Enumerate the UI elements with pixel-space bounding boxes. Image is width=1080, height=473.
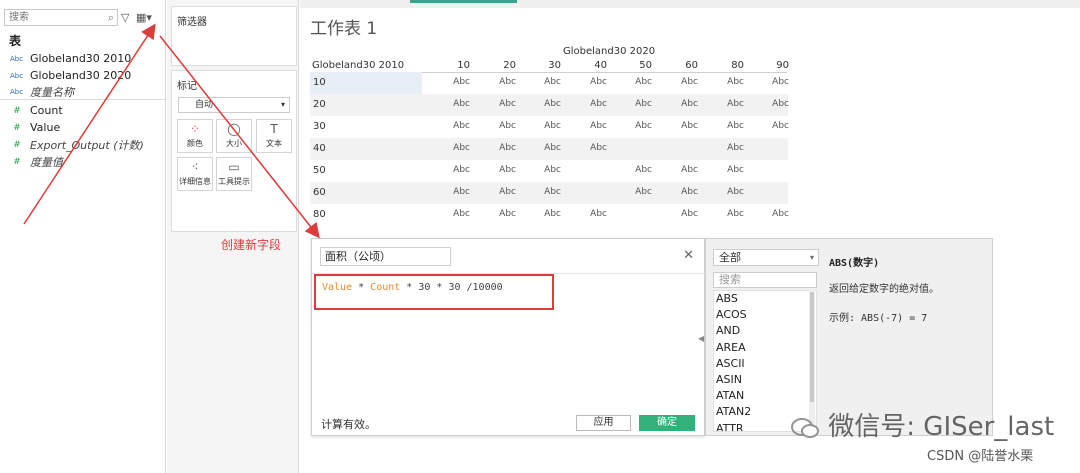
create-field-annotation: 创建新字段 — [221, 238, 282, 252]
annotation-arrows — [23, 23, 320, 239]
arrow-to-create-field — [23, 23, 156, 225]
csdn-credit: CSDN @陆誉水栗 — [927, 449, 1034, 464]
watermark-text: 微信号: GISer_last — [828, 412, 1055, 442]
wechat-watermark: 微信号: GISer_last — [790, 406, 1054, 443]
wechat-logo-icon — [791, 417, 819, 438]
arrow-to-dialog — [159, 35, 320, 239]
